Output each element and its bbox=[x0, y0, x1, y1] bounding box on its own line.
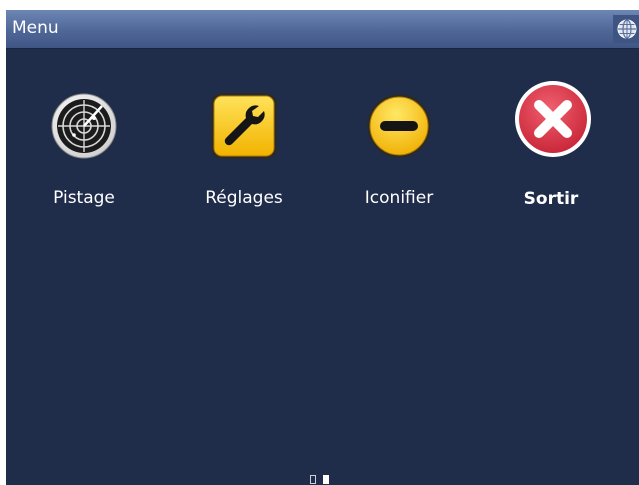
menu-item-pistage[interactable]: Pistage bbox=[19, 92, 149, 232]
menu-item-label: Pistage bbox=[53, 188, 115, 208]
page-dot-2[interactable] bbox=[323, 475, 329, 484]
menu-item-label: Iconifier bbox=[364, 188, 434, 208]
wrench-icon bbox=[210, 92, 278, 160]
globe-icon[interactable] bbox=[613, 15, 639, 43]
radar-icon bbox=[50, 92, 118, 160]
menu-item-reglages[interactable]: Réglages bbox=[179, 92, 309, 232]
minimize-icon bbox=[365, 92, 433, 160]
title-bar: Menu bbox=[6, 10, 639, 49]
page-title: Menu bbox=[12, 18, 59, 38]
close-icon bbox=[510, 76, 596, 162]
menu-item-sortir[interactable]: Sortir bbox=[486, 76, 616, 216]
menu-item-iconifier[interactable]: Iconifier bbox=[334, 92, 464, 232]
menu-item-label: Sortir bbox=[523, 189, 579, 209]
page-dot-1[interactable] bbox=[310, 475, 316, 484]
menu-screen: Menu Pistage Réglages Iconifier Sortir bbox=[6, 10, 639, 485]
menu-item-label: Réglages bbox=[205, 188, 283, 208]
